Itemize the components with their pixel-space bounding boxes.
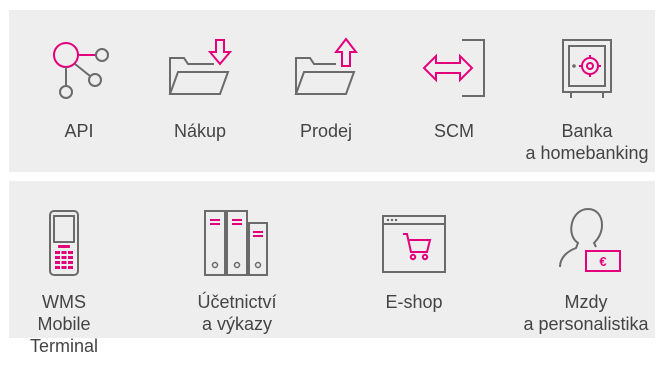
tile-nakup-label: Nákup [173,121,227,141]
person-money-icon: € [559,207,621,272]
tile-banka[interactable]: Banka a homebanking [519,10,655,172]
tile-scm-label: SCM [434,121,474,141]
tile-ucetnictvi-label: Účetnictví a výkazy [197,292,277,334]
tile-mzdy[interactable]: € Mzdy a personalistika [517,181,655,338]
tile-scm[interactable]: SCM [404,10,504,172]
exchange-arrows-icon [422,39,485,97]
tile-api[interactable]: API [29,10,129,172]
tile-prodej[interactable]: Prodej [276,10,376,172]
folder-download-icon [168,39,233,95]
tile-eshop-label: E-shop [385,292,443,312]
tile-api-label: API [64,121,94,141]
tile-eshop[interactable]: E-shop [364,181,464,338]
tile-ucetnictvi[interactable]: Účetnictví a výkazy [182,181,292,338]
tile-mzdy-label: Mzdy a personalistika [523,292,649,334]
tile-wms[interactable]: WMS Mobile Terminal [14,181,114,356]
tile-prodej-label: Prodej [299,121,353,141]
modules-panel-bottom: WMS Mobile Terminal Účetnictví a výkazy [9,181,655,356]
shopping-cart-browser-icon [382,215,446,273]
safe-icon [562,39,612,98]
api-graph-icon [53,42,109,99]
binders-icon [204,210,268,276]
handheld-terminal-icon [49,210,79,276]
tile-banka-label: Banka a homebanking [525,121,649,163]
modules-panel-top: API Nákup Prodej SCM Banka a homebanking [9,10,655,172]
tile-nakup[interactable]: Nákup [150,10,250,172]
tile-wms-label: WMS Mobile Terminal [29,292,99,356]
folder-upload-icon [294,37,359,95]
svg-text:€: € [599,254,606,269]
